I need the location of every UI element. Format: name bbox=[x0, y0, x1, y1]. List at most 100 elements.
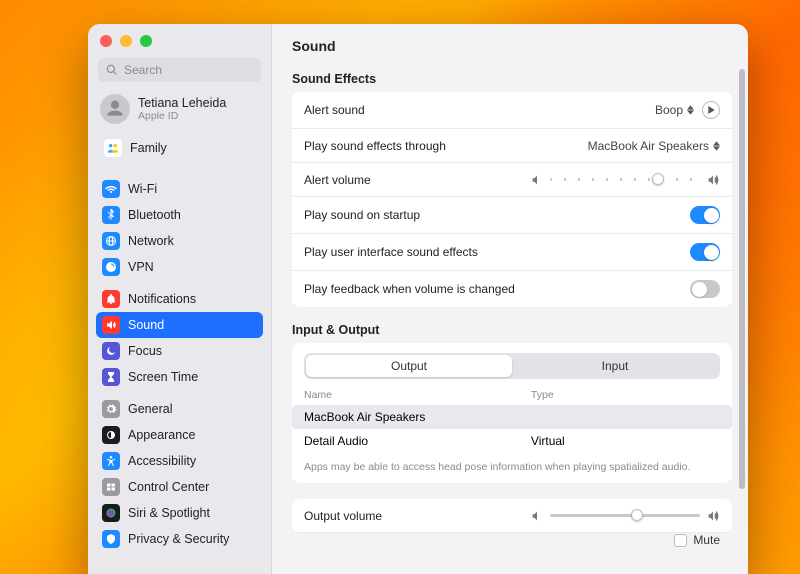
sidebar-item-label: VPN bbox=[128, 260, 154, 274]
startup-sound-row: Play sound on startup bbox=[292, 197, 732, 234]
search-input[interactable]: Search bbox=[98, 58, 261, 82]
sidebar-item-label: Bluetooth bbox=[128, 208, 181, 222]
alert-sound-popup[interactable]: Boop bbox=[655, 103, 694, 117]
device-table-header: Name Type bbox=[292, 385, 732, 405]
vpn-icon bbox=[102, 258, 120, 276]
mute-row: Mute bbox=[292, 533, 732, 547]
sidebar-item-accessibility[interactable]: Accessibility bbox=[96, 448, 263, 474]
sound-effects-card: Alert sound Boop bbox=[292, 92, 732, 307]
mute-label: Mute bbox=[693, 533, 720, 547]
sidebar-item-label: Wi-Fi bbox=[128, 182, 157, 196]
family-icon bbox=[104, 139, 122, 157]
spatial-audio-hint: Apps may be able to access head pose inf… bbox=[292, 453, 732, 483]
ui-sounds-label: Play user interface sound effects bbox=[304, 245, 478, 259]
volume-low-icon bbox=[530, 509, 544, 523]
window-controls bbox=[88, 24, 271, 58]
close-icon[interactable] bbox=[100, 35, 112, 47]
play-alert-button[interactable] bbox=[702, 101, 720, 119]
ui-sounds-row: Play user interface sound effects bbox=[292, 234, 732, 271]
device-row[interactable]: MacBook Air Speakers bbox=[292, 405, 732, 429]
sidebar-item-family[interactable]: Family bbox=[98, 134, 261, 162]
sidebar-item-sound[interactable]: Sound bbox=[96, 312, 263, 338]
device-type bbox=[531, 410, 720, 424]
moon-icon bbox=[102, 342, 120, 360]
alert-volume-label: Alert volume bbox=[304, 173, 371, 187]
sidebar-item-control-center[interactable]: Control Center bbox=[96, 474, 263, 500]
siri-icon bbox=[102, 504, 120, 522]
acc-icon bbox=[102, 452, 120, 470]
sidebar-item-label: Screen Time bbox=[128, 370, 198, 384]
sidebar-item-label: General bbox=[128, 402, 172, 416]
appearance-icon bbox=[102, 426, 120, 444]
volume-feedback-toggle[interactable] bbox=[690, 280, 720, 298]
hand-icon bbox=[102, 530, 120, 548]
play-through-popup[interactable]: MacBook Air Speakers bbox=[588, 139, 720, 153]
avatar bbox=[100, 94, 130, 124]
account-sub: Apple ID bbox=[138, 110, 226, 122]
play-through-row: Play sound effects through MacBook Air S… bbox=[292, 129, 732, 163]
alert-sound-label: Alert sound bbox=[304, 103, 365, 117]
sidebar-item-appearance[interactable]: Appearance bbox=[96, 422, 263, 448]
bluetooth-icon bbox=[102, 206, 120, 224]
account-row[interactable]: Tetiana Leheida Apple ID bbox=[88, 90, 271, 132]
sidebar-item-label: Control Center bbox=[128, 480, 209, 494]
speaker-icon bbox=[102, 316, 120, 334]
minimize-icon[interactable] bbox=[120, 35, 132, 47]
play-through-label: Play sound effects through bbox=[304, 139, 446, 153]
output-volume-card: Output volume Mute bbox=[292, 499, 732, 547]
volume-feedback-row: Play feedback when volume is changed bbox=[292, 271, 732, 307]
alert-volume-slider[interactable] bbox=[530, 173, 720, 187]
family-label: Family bbox=[130, 141, 167, 155]
sidebar-item-notifications[interactable]: Notifications bbox=[96, 286, 263, 312]
sidebar-item-label: Sound bbox=[128, 318, 164, 332]
wifi-icon bbox=[102, 180, 120, 198]
search-placeholder: Search bbox=[124, 63, 162, 77]
sidebar-item-label: Focus bbox=[128, 344, 162, 358]
volume-high-icon bbox=[706, 173, 720, 187]
device-table-body: MacBook Air Speakers Detail AudioVirtual bbox=[292, 405, 732, 453]
io-title: Input & Output bbox=[292, 323, 732, 337]
sidebar-item-vpn[interactable]: VPN bbox=[96, 254, 263, 280]
sound-effects-title: Sound Effects bbox=[292, 72, 732, 86]
volume-high-icon bbox=[706, 509, 720, 523]
sidebar-item-privacy-security[interactable]: Privacy & Security bbox=[96, 526, 263, 552]
sidebar-item-wi-fi[interactable]: Wi-Fi bbox=[96, 176, 263, 202]
sidebar-item-label: Notifications bbox=[128, 292, 196, 306]
startup-sound-toggle[interactable] bbox=[690, 206, 720, 224]
volume-low-icon bbox=[530, 173, 544, 187]
zoom-icon[interactable] bbox=[140, 35, 152, 47]
search-icon bbox=[106, 64, 118, 76]
ui-sounds-toggle[interactable] bbox=[690, 243, 720, 261]
device-type: Virtual bbox=[531, 434, 720, 448]
chevron-updown-icon bbox=[687, 105, 694, 115]
sidebar-item-label: Appearance bbox=[128, 428, 195, 442]
device-name: MacBook Air Speakers bbox=[304, 410, 531, 424]
device-row[interactable]: Detail AudioVirtual bbox=[292, 429, 732, 453]
sidebar-item-focus[interactable]: Focus bbox=[96, 338, 263, 364]
cc-icon bbox=[102, 478, 120, 496]
output-volume-slider[interactable] bbox=[530, 509, 720, 523]
sidebar-item-label: Privacy & Security bbox=[128, 532, 229, 546]
alert-sound-value: Boop bbox=[655, 103, 683, 117]
io-segmented[interactable]: Output Input bbox=[304, 353, 720, 379]
tab-output[interactable]: Output bbox=[306, 355, 512, 377]
sidebar-item-label: Network bbox=[128, 234, 174, 248]
volume-feedback-label: Play feedback when volume is changed bbox=[304, 282, 515, 296]
chevron-updown-icon bbox=[713, 141, 720, 151]
sidebar-item-network[interactable]: Network bbox=[96, 228, 263, 254]
sidebar-item-general[interactable]: General bbox=[96, 396, 263, 422]
alert-sound-row: Alert sound Boop bbox=[292, 92, 732, 129]
mute-checkbox[interactable] bbox=[674, 534, 687, 547]
sidebar-item-bluetooth[interactable]: Bluetooth bbox=[96, 202, 263, 228]
play-through-value: MacBook Air Speakers bbox=[588, 139, 709, 153]
gear-icon bbox=[102, 400, 120, 418]
sidebar-item-screen-time[interactable]: Screen Time bbox=[96, 364, 263, 390]
tab-input[interactable]: Input bbox=[512, 355, 718, 377]
sidebar-item-siri-spotlight[interactable]: Siri & Spotlight bbox=[96, 500, 263, 526]
alert-volume-row: Alert volume bbox=[292, 163, 732, 197]
account-name: Tetiana Leheida bbox=[138, 96, 226, 110]
bell-icon bbox=[102, 290, 120, 308]
main-scroll[interactable]: Sound Effects Alert sound Boop bbox=[272, 64, 748, 574]
sidebar-nav: Wi-Fi Bluetooth Network VPN Notifications Sou… bbox=[88, 170, 271, 574]
scrollbar[interactable] bbox=[739, 69, 745, 489]
